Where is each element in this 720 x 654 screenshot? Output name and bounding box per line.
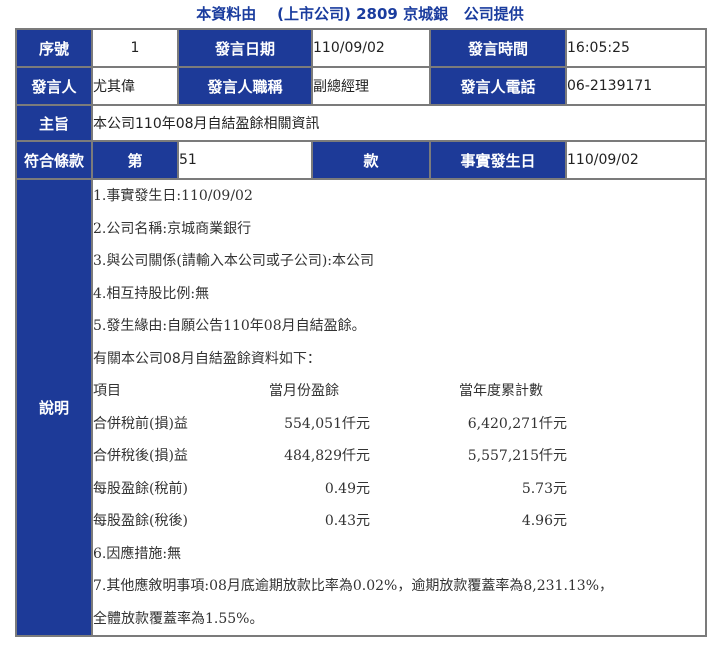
table-row: 每股盈餘(稅後) 0.43元 4.96元 [93,505,705,538]
col-header-item: 項目 [93,383,121,399]
row-month-value: 484,829仟元 [284,448,370,464]
col-header-month: 當月份盈餘 [269,383,339,399]
col-header-ytd: 當年度累計數 [459,383,543,399]
time-label: 發言時間 [429,28,567,68]
row-description: 說明 1.事實發生日:110/09/02 2.公司名稱:京城商業銀行 3.與公司… [15,178,707,637]
earnings-table-header: 項目 當月份盈餘 當年度累計數 [93,375,705,408]
row-month-value: 0.49元 [324,480,370,497]
row-seq: 序號 1 發言日期 110/09/02 發言時間 16:05:25 [15,28,707,68]
row-item: 合併稅前(損)益 [93,415,188,432]
subject-value: 本公司110年08月自結盈餘相關資訊 [91,104,707,142]
table-row: 合併稅後(損)益 484,829仟元 5,557,215仟元 [93,440,705,473]
desc-line-6: 6.因應措施:無 [93,545,182,562]
table-row: 合併稅前(損)益 554,051仟元 6,420,271仟元 [93,408,705,441]
description-body: 1.事實發生日:110/09/02 2.公司名稱:京城商業銀行 3.與公司關係(… [91,178,707,637]
desc-line-1: 1.事實發生日:110/09/02 [93,188,253,204]
desc-intro: 有關本公司08月自結盈餘資料如下： [93,350,321,367]
description-label: 說明 [15,178,93,637]
announcement-table: 序號 1 發言日期 110/09/02 發言時間 16:05:25 發言人 尤其… [15,28,707,637]
page-header: 本資料由 (上市公司) 2809 京城銀 公司提供 [0,0,720,28]
row-month-value: 554,051仟元 [284,415,370,432]
desc-line-5: 5.發生緣由:自願公告110年08月自結盈餘。 [93,318,366,334]
speaker-title-label: 發言人職稱 [177,66,313,106]
seq-value: 1 [91,28,179,68]
speaker-title-value: 副總經理 [311,66,431,106]
header-company-type: (上市公司) [277,5,351,23]
row-item: 每股盈餘(稅前) [93,480,188,497]
time-value: 16:05:25 [565,28,707,68]
row-item: 每股盈餘(稅後) [93,513,188,529]
clause-label: 符合條款 [15,140,93,180]
clause-di: 第 [91,140,179,180]
header-company: 京城銀 [403,5,449,23]
header-prefix: 本資料由 [196,5,257,23]
fact-date-label: 事實發生日 [429,140,567,180]
desc-line-2: 2.公司名稱:京城商業銀行 [93,220,252,237]
row-subject: 主旨 本公司110年08月自結盈餘相關資訊 [15,104,707,142]
clause-kuan: 款 [311,140,431,180]
row-ytd-value: 6,420,271仟元 [467,415,567,432]
speaker-label: 發言人 [15,66,93,106]
phone-value: 06-2139171 [565,66,707,106]
date-label: 發言日期 [177,28,313,68]
row-ytd-value: 5.73元 [521,480,567,497]
row-ytd-value: 4.96元 [521,513,567,529]
clause-value: 51 [177,140,313,180]
desc-line-3: 3.與公司關係(請輸入本公司或子公司):本公司 [93,253,374,269]
date-value: 110/09/02 [311,28,431,68]
speaker-value: 尤其偉 [91,66,179,106]
desc-line-7b: 全體放款覆蓋率為1.55%。 [93,610,264,627]
subject-label: 主旨 [15,104,93,142]
table-row: 每股盈餘(稅前) 0.49元 5.73元 [93,473,705,506]
row-month-value: 0.43元 [324,513,370,529]
header-code: 2809 [356,5,398,23]
row-ytd-value: 5,557,215仟元 [467,448,567,464]
seq-label: 序號 [15,28,93,68]
row-speaker: 發言人 尤其偉 發言人職稱 副總經理 發言人電話 06-2139171 [15,66,707,106]
row-clause: 符合條款 第 51 款 事實發生日 110/09/02 [15,140,707,180]
header-suffix: 公司提供 [463,5,524,23]
fact-date-value: 110/09/02 [565,140,707,180]
row-item: 合併稅後(損)益 [93,448,188,464]
desc-line-4: 4.相互持股比例:無 [93,285,210,302]
phone-label: 發言人電話 [429,66,567,106]
desc-line-7a: 7.其他應敘明事項:08月底逾期放款比率為0.02%，逾期放款覆蓋率為8,231… [93,578,614,594]
